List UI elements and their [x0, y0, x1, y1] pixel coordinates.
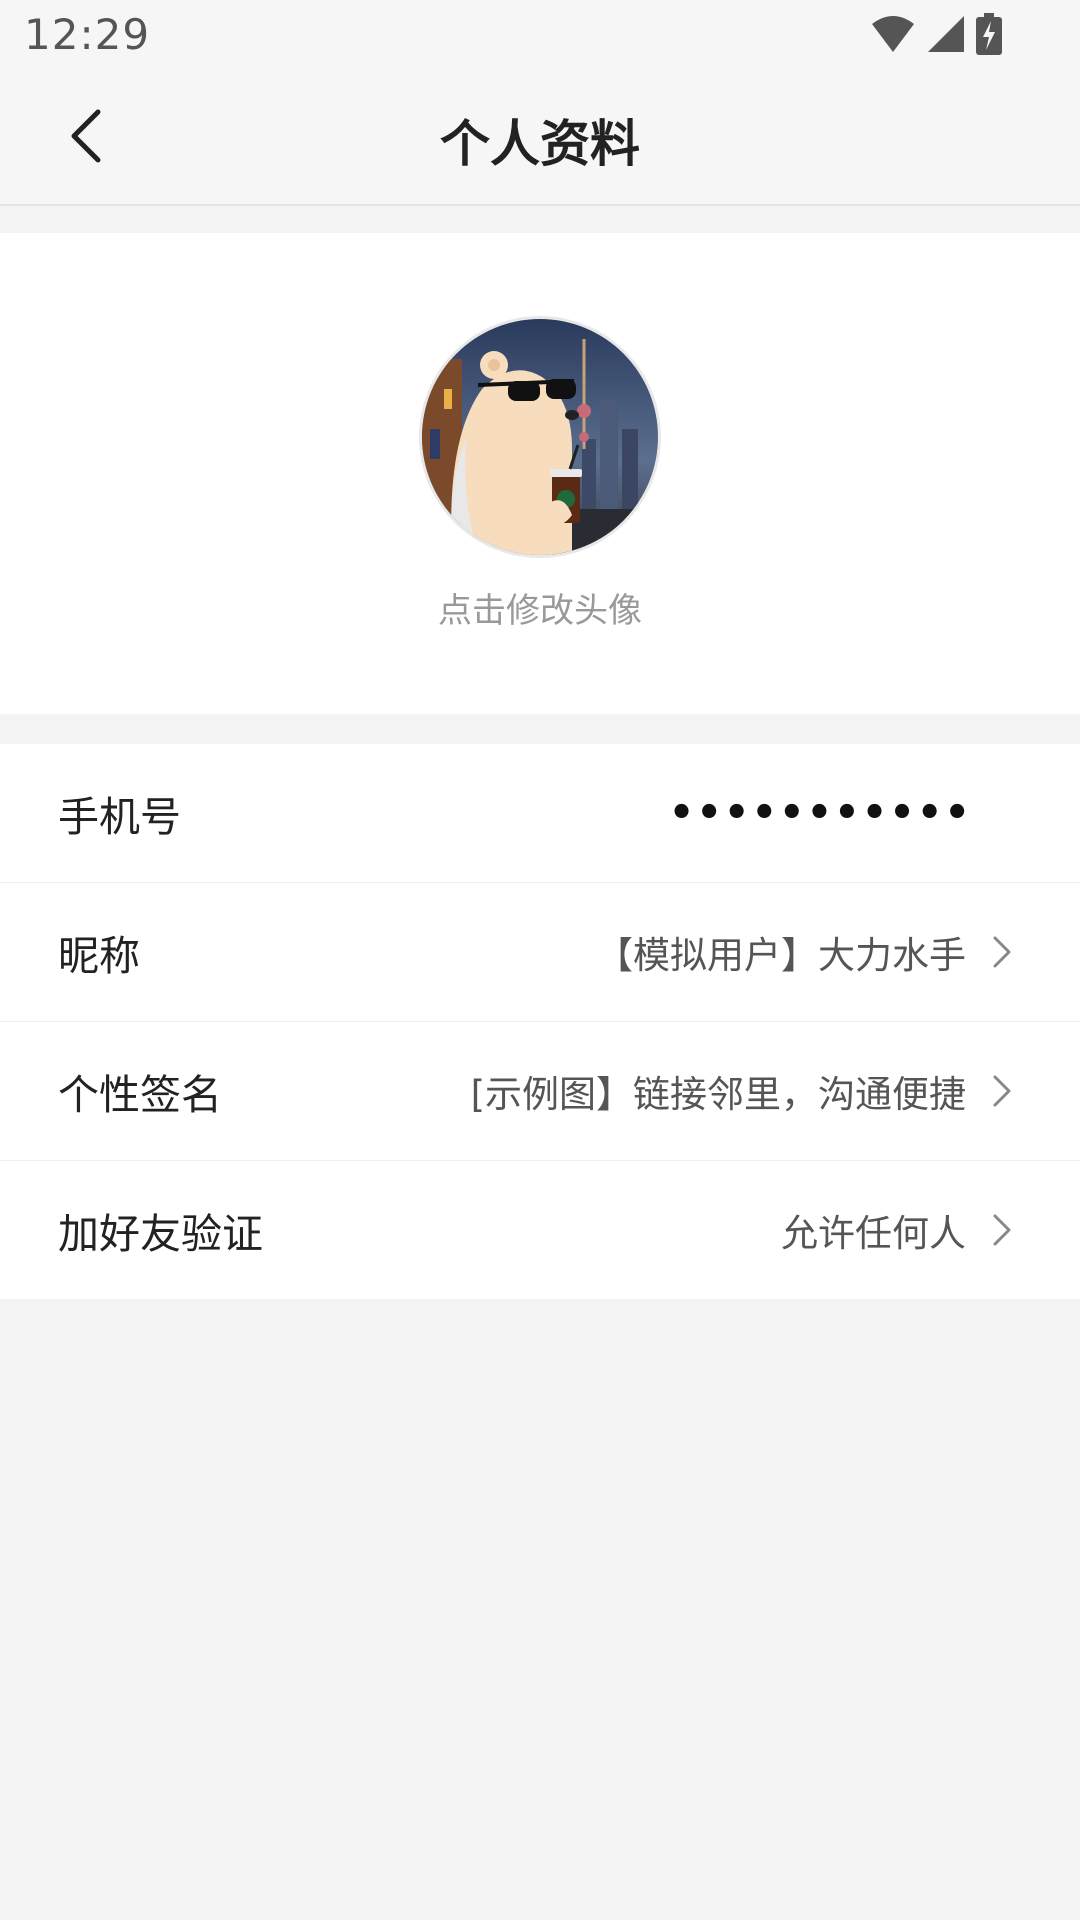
- change-avatar-caption[interactable]: 点击修改头像: [0, 583, 1080, 632]
- avatar-section: 点击修改头像: [0, 233, 1080, 714]
- wifi-icon: [870, 14, 916, 58]
- status-time: 12:29: [24, 10, 151, 59]
- battery-charging-icon: [976, 13, 1002, 59]
- chevron-right-icon: [990, 1212, 1014, 1248]
- nickname-label: 昵称: [58, 932, 140, 980]
- nickname-value: 【模拟用户】大力水手: [596, 934, 966, 977]
- signature-value: [示例图】链接邻里，沟通便捷: [470, 1073, 966, 1116]
- friend-verification-row[interactable]: 加好友验证 允许任何人: [0, 1161, 1080, 1299]
- phone-value: •••••••••••: [668, 790, 972, 836]
- status-bar: 12:29: [0, 0, 1080, 72]
- phone-row: 手机号 •••••••••••: [0, 744, 1080, 883]
- chevron-right-icon: [990, 1073, 1014, 1109]
- nickname-row[interactable]: 昵称 【模拟用户】大力水手: [0, 883, 1080, 1022]
- phone-label: 手机号: [58, 793, 181, 841]
- page-title: 个人资料: [440, 115, 640, 173]
- profile-list: 手机号 ••••••••••• 昵称 【模拟用户】大力水手 个性签名 [示例图】…: [0, 744, 1080, 1299]
- friend-verification-label: 加好友验证: [58, 1210, 263, 1258]
- friend-verification-value: 允许任何人: [781, 1212, 966, 1255]
- signature-label: 个性签名: [58, 1071, 222, 1119]
- avatar-image: [422, 319, 658, 555]
- avatar[interactable]: [422, 319, 658, 555]
- signal-icon: [926, 14, 966, 58]
- signature-row[interactable]: 个性签名 [示例图】链接邻里，沟通便捷: [0, 1022, 1080, 1161]
- navigation-bar: 个人资料: [0, 72, 1080, 206]
- status-icons: [870, 13, 1002, 59]
- chevron-right-icon: [990, 934, 1014, 970]
